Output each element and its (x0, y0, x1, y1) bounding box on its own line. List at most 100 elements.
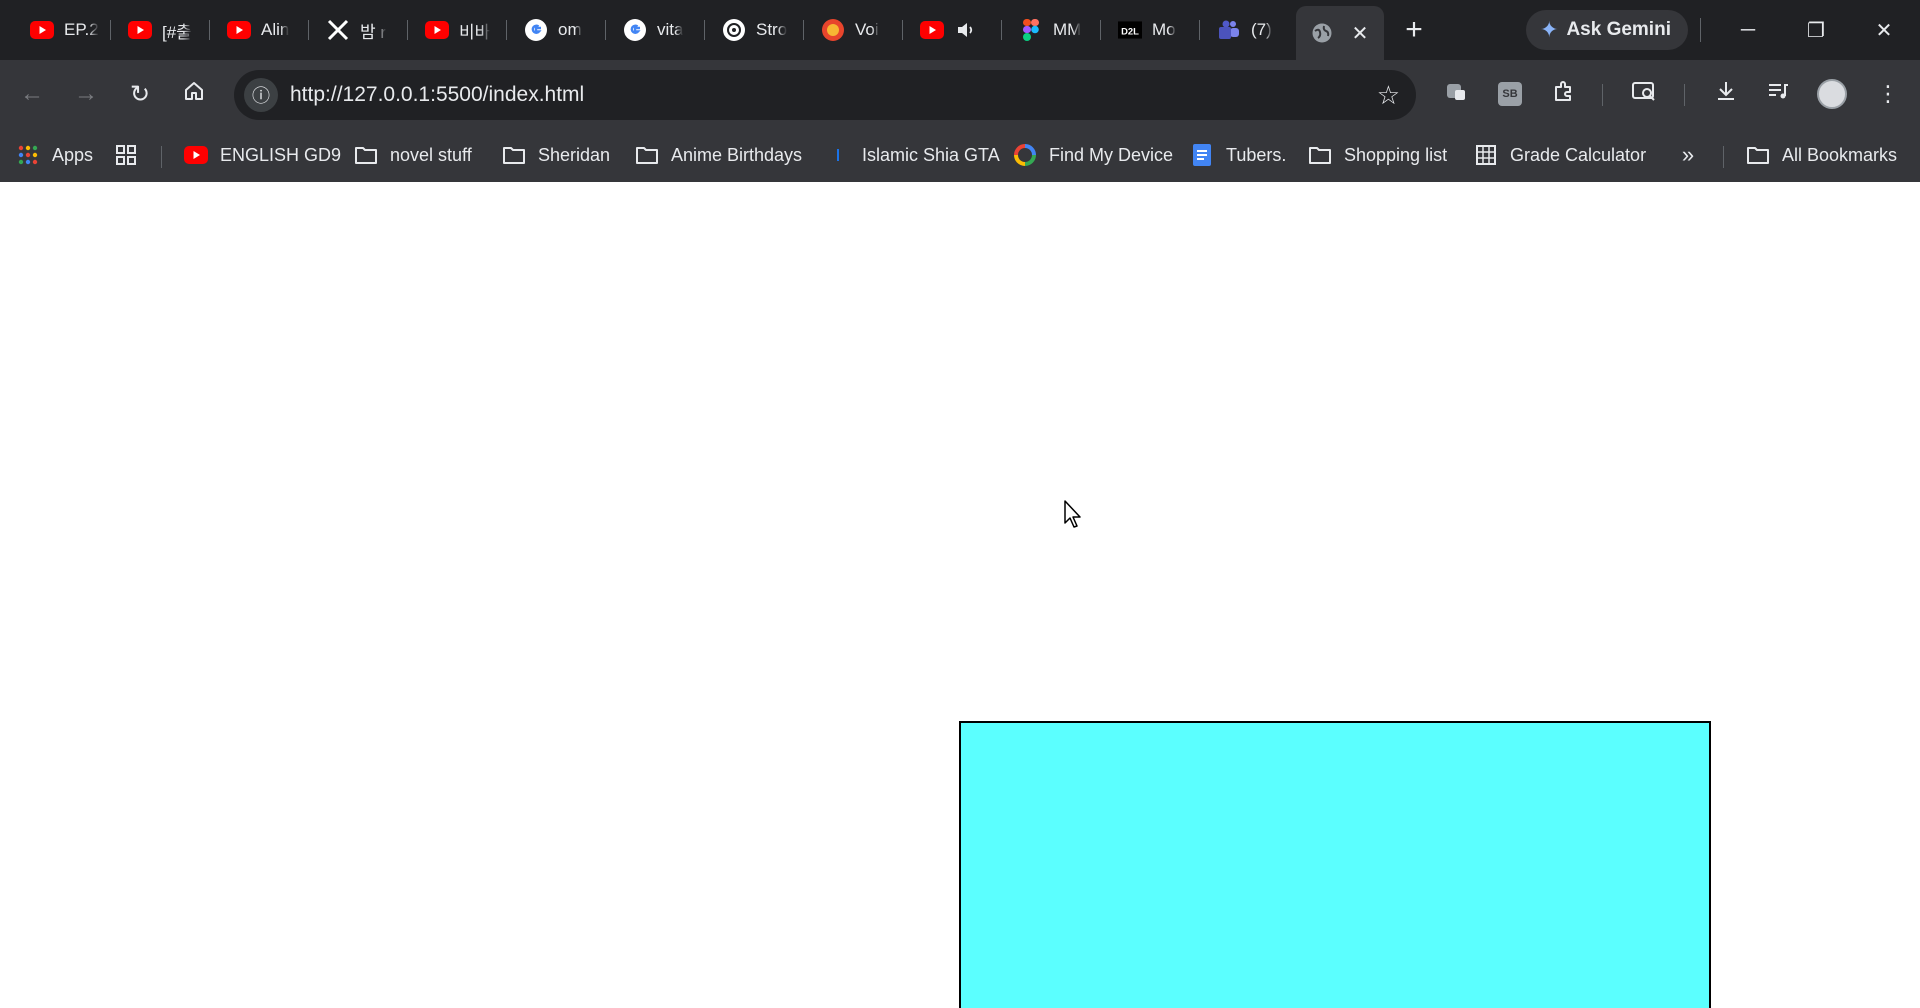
tab-search-button[interactable] (1626, 76, 1662, 112)
profile-button[interactable] (1814, 76, 1850, 112)
downloads-button[interactable] (1708, 76, 1744, 112)
x-icon (326, 18, 350, 42)
forward-button[interactable]: → (68, 76, 104, 112)
tab-13[interactable]: (7) (1203, 12, 1289, 48)
bookmark-islamic-shia-gta[interactable]: Islamic Shia GTA (826, 140, 1000, 170)
home-button[interactable] (176, 76, 212, 112)
tab-title: Stro (756, 20, 788, 39)
svg-text:D2L: D2L (1121, 25, 1139, 36)
download-icon (1714, 79, 1738, 109)
close-icon: ✕ (1875, 19, 1893, 42)
tab-4[interactable]: 밤 r (312, 12, 398, 48)
browser-chrome: EP.2 [#출 Alin 밤 r 비바 om vita Stro Voi MM… (0, 0, 1920, 182)
bookmark-label: Apps (52, 144, 94, 165)
sb-extension-button[interactable]: SB (1492, 76, 1528, 112)
avatar (1817, 79, 1847, 109)
new-tab-button[interactable]: + (1398, 13, 1430, 46)
tab-separator (308, 20, 309, 40)
extensions-button[interactable] (1546, 76, 1582, 112)
site-info-button[interactable]: ⓘ (244, 78, 278, 112)
media-queue-icon (1766, 79, 1790, 109)
more-bookmarks-button[interactable]: » (1676, 140, 1712, 170)
calculator-icon (1474, 143, 1498, 167)
restore-icon: ❐ (1807, 19, 1825, 42)
site-icon (821, 18, 845, 42)
reload-button[interactable]: ↻ (122, 76, 158, 112)
tab-title: [#출 (162, 22, 192, 42)
tab-separator (1100, 20, 1101, 40)
tab-7[interactable]: vita (609, 12, 695, 48)
folder-icon (502, 143, 526, 167)
folder-icon (1308, 143, 1332, 167)
tab-strip: EP.2 [#출 Alin 밤 r 비바 om vita Stro Voi MM… (0, 0, 1920, 60)
ask-gemini-button[interactable]: ✦ Ask Gemini (1526, 10, 1688, 50)
media-controls-button[interactable] (1760, 76, 1796, 112)
site-icon (826, 143, 850, 167)
openai-icon (722, 18, 746, 42)
teams-icon (1217, 18, 1241, 42)
bookmark-shopping-list[interactable]: Shopping list (1308, 140, 1447, 170)
tab-title: EP.2 (64, 20, 99, 39)
bookmark-label: Islamic Shia GTA (862, 144, 1000, 165)
minimize-button[interactable]: ─ (1726, 10, 1770, 50)
speaker-icon[interactable] (954, 18, 978, 42)
tab-separator (110, 20, 111, 40)
tab-groups-icon (114, 143, 138, 167)
bookmark-label: ENGLISH GD9 (220, 144, 342, 165)
bookmark-label: novel stuff (390, 144, 472, 165)
extension-shield-icon (1444, 79, 1468, 109)
bookmark-tubers[interactable]: Tubers. (1190, 140, 1286, 170)
tab-groups-button[interactable] (114, 140, 150, 170)
bookmark-separator (1723, 146, 1724, 168)
bookmark-anime-birthdays[interactable]: Anime Birthdays (635, 140, 802, 170)
tab-title: vita (657, 20, 684, 39)
restore-button[interactable]: ❐ (1794, 10, 1838, 50)
bookmark-grade-calculator[interactable]: Grade Calculator (1474, 140, 1646, 170)
reload-icon: ↻ (129, 80, 151, 108)
tab-3[interactable]: Alin (213, 12, 299, 48)
bookmark-apps[interactable]: Apps (16, 140, 93, 170)
puzzle-icon (1552, 79, 1576, 109)
bookmark-all-bookmarks[interactable]: All Bookmarks (1746, 140, 1897, 170)
bookmark-english-gd9[interactable]: ENGLISH GD9 (184, 140, 341, 170)
tab-active[interactable]: ✕ (1296, 6, 1384, 60)
bookmark-label: Grade Calculator (1510, 144, 1647, 165)
folder-icon (1746, 143, 1770, 167)
url-text[interactable]: http://127.0.0.1:5500/index.html (290, 83, 584, 107)
tab-12[interactable]: D2L Mo (1104, 12, 1190, 48)
tab-separator (506, 20, 507, 40)
folder-icon (635, 143, 659, 167)
extension-button[interactable] (1438, 76, 1474, 112)
menu-button[interactable]: ⋮ (1870, 76, 1906, 112)
bookmark-find-my-device[interactable]: Find My Device (1013, 140, 1173, 170)
tab-separator (902, 20, 903, 40)
toolbar-separator (1684, 84, 1685, 106)
tab-10[interactable] (906, 12, 992, 48)
close-tab-icon[interactable]: ✕ (1348, 21, 1372, 45)
close-window-button[interactable]: ✕ (1862, 10, 1906, 50)
tab-9[interactable]: Voi (807, 12, 893, 48)
tab-2[interactable]: [#출 (114, 12, 200, 48)
bookmark-separator (161, 146, 162, 168)
tab-5[interactable]: 비바 (411, 12, 497, 48)
home-icon (183, 80, 205, 109)
tab-6[interactable]: om (510, 12, 596, 48)
gemini-spark-icon: ✦ (1540, 17, 1559, 42)
cyan-box (959, 721, 1711, 1008)
back-button[interactable]: ← (14, 76, 50, 112)
tab-11[interactable]: MM (1005, 12, 1091, 48)
address-bar[interactable]: ⓘ http://127.0.0.1:5500/index.html ☆ (234, 70, 1416, 120)
google-icon (524, 18, 548, 42)
tab-1[interactable]: EP.2 (16, 12, 102, 48)
bookmark-star-icon[interactable]: ☆ (1377, 80, 1400, 110)
tab-title: (7) (1251, 20, 1272, 39)
youtube-icon (184, 143, 208, 167)
youtube-icon (227, 18, 251, 42)
screen-search-icon (1631, 79, 1657, 109)
bookmark-novel-stuff[interactable]: novel stuff (354, 140, 472, 170)
bookmark-sheridan[interactable]: Sheridan (502, 140, 610, 170)
youtube-icon (128, 18, 152, 42)
tab-title: MM (1053, 20, 1082, 39)
google-icon (623, 18, 647, 42)
tab-8[interactable]: Stro (708, 12, 794, 48)
